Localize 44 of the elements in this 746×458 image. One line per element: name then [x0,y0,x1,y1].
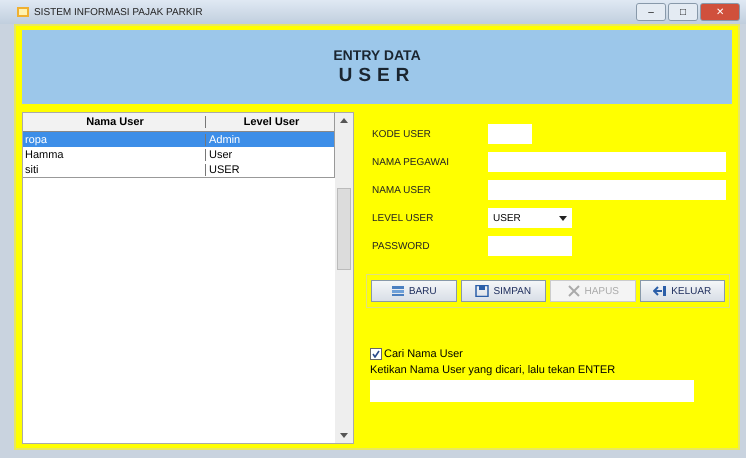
table-row[interactable]: siti USER [23,162,334,177]
delete-icon [566,285,581,297]
field-label: KODE USER [372,128,432,140]
input-field[interactable] [488,236,572,256]
search-checkbox[interactable]: Cari Nama User [370,348,732,360]
close-button[interactable]: ✕ [700,3,740,21]
table-cell: siti [23,164,206,176]
action-button[interactable]: SIMPAN [460,280,546,302]
save-icon [475,285,490,297]
checkbox[interactable] [370,348,382,360]
table-row[interactable]: Hamma User [23,147,334,162]
input-field[interactable] [488,180,726,200]
scroll-thumb[interactable] [337,188,351,270]
table-cell-text: USER [208,164,241,176]
checkbox-label: Cari Nama User [384,348,463,360]
action-button[interactable]: KELUAR [640,280,725,302]
level-dropdown[interactable]: USER [488,208,572,228]
field-label: NAMA PEGAWAI [372,156,450,168]
header-title: ENTRY DATA [333,47,421,63]
field-label: PASSWORD [372,240,431,252]
window-title: SISTEM INFORMASI PAJAK PARKIR [34,6,203,18]
search-hint: Ketikan Nama User yang dicari, lalu tekan ENTER [370,364,616,376]
table-cell-text: User [208,148,234,160]
exit-icon [653,285,668,297]
action-button[interactable]: BARU [371,280,456,302]
field-label: LEVEL USER [372,212,434,224]
list-icon [390,285,405,297]
input-field[interactable] [488,152,726,172]
table-cell: ropa [23,134,206,146]
column-header[interactable]: Level User [206,116,334,128]
search-field[interactable] [370,380,694,402]
app-icon [16,5,30,19]
scrollbar[interactable] [335,113,353,443]
input-field[interactable] [488,124,532,144]
column-header[interactable]: Nama User [23,116,206,128]
scroll-up-icon[interactable] [340,118,348,123]
table-cell-text: Admin [208,134,242,146]
scroll-down-icon[interactable] [340,433,348,438]
header-subtitle: USER [338,65,416,87]
maximize-button[interactable]: □ [668,3,698,21]
field-label: NAMA USER [372,184,432,196]
table-cell: Hamma [23,148,206,160]
caret-icon [559,216,567,220]
minimize-button[interactable]: – [636,3,666,21]
